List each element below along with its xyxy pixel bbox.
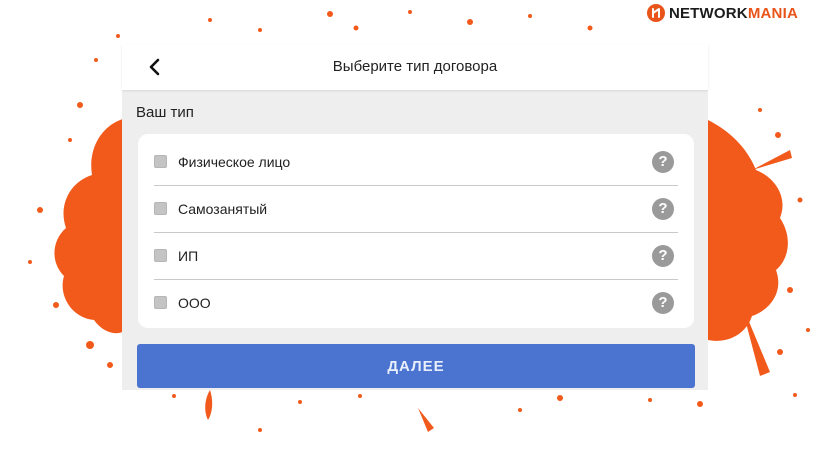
help-icon[interactable]: ? bbox=[652, 150, 674, 173]
contract-options-card: Физическое лицо ? Самозанятый ? ИП ? ООО… bbox=[138, 134, 694, 328]
brand-name: NETWORKMANIA bbox=[669, 5, 798, 22]
brand-name-accent: MANIA bbox=[747, 4, 798, 22]
screenshot-stage: NETWORKMANIA Выберите тип договора Ваш т… bbox=[0, 0, 828, 450]
option-ooo-label: ООО bbox=[178, 294, 211, 311]
option-ip[interactable]: ИП ? bbox=[154, 232, 678, 280]
contract-type-screen: Выберите тип договора Ваш тип Физическое… bbox=[122, 44, 708, 390]
option-individual-label: Физическое лицо bbox=[178, 153, 291, 170]
option-self-employed-checkbox[interactable] bbox=[154, 202, 167, 215]
brand-logo: NETWORKMANIA bbox=[646, 4, 798, 22]
option-ip-checkbox[interactable] bbox=[154, 249, 167, 262]
help-icon[interactable]: ? bbox=[652, 244, 674, 267]
page-title: Выберите тип договора bbox=[332, 58, 498, 75]
option-self-employed[interactable]: Самозанятый ? bbox=[154, 185, 678, 233]
option-ooo[interactable]: ООО ? bbox=[154, 279, 678, 326]
option-self-employed-label: Самозанятый bbox=[178, 200, 268, 217]
option-ip-label: ИП bbox=[178, 247, 199, 264]
option-ooo-checkbox[interactable] bbox=[154, 296, 167, 309]
option-individual[interactable]: Физическое лицо ? bbox=[154, 138, 678, 186]
help-icon[interactable]: ? bbox=[652, 197, 674, 220]
help-icon[interactable]: ? bbox=[652, 291, 674, 314]
brand-logo-icon bbox=[646, 4, 665, 22]
app-header: Выберите тип договора bbox=[122, 44, 708, 90]
option-individual-checkbox[interactable] bbox=[154, 155, 167, 168]
section-label: Ваш тип bbox=[136, 104, 194, 121]
brand-name-main: NETWORK bbox=[668, 4, 748, 22]
next-button[interactable]: ДАЛЕЕ bbox=[137, 344, 695, 388]
